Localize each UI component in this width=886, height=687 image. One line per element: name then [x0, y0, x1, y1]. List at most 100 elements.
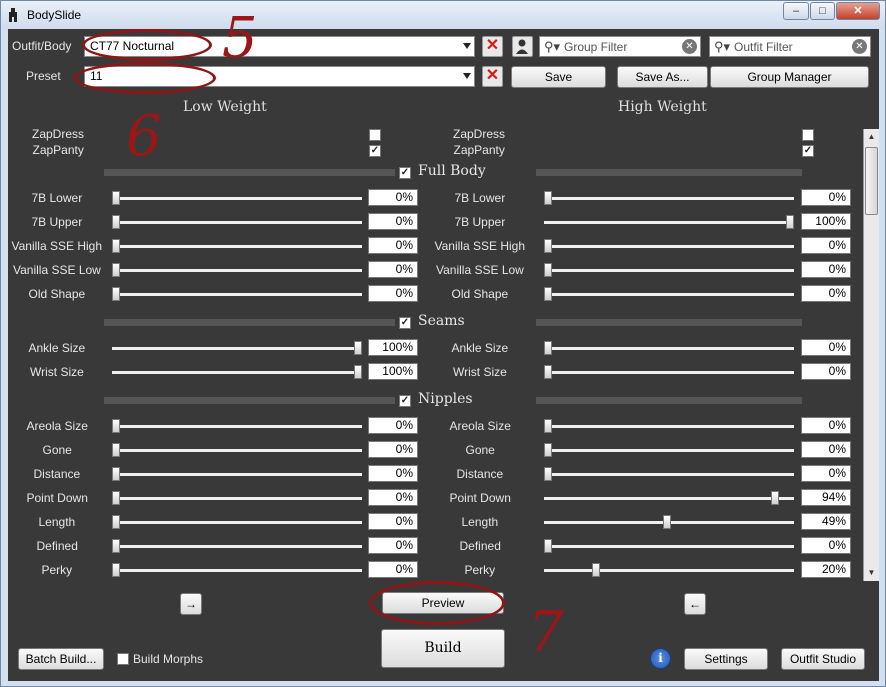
- slider-value-high[interactable]: 0%: [801, 441, 851, 458]
- slider-value-low[interactable]: 100%: [368, 363, 418, 380]
- slider-thumb-high[interactable]: [544, 263, 552, 277]
- slider-value-high[interactable]: 94%: [801, 489, 851, 506]
- settings-button[interactable]: Settings: [684, 648, 768, 670]
- zap-checkbox-high[interactable]: [802, 129, 814, 141]
- group-checkbox[interactable]: ✓: [399, 395, 411, 407]
- save-button[interactable]: Save: [511, 66, 606, 88]
- slider-thumb-high[interactable]: [771, 491, 780, 505]
- slider-track-low[interactable]: [112, 473, 362, 476]
- slider-value-high[interactable]: 20%: [801, 561, 851, 578]
- slider-track-high[interactable]: [544, 293, 794, 296]
- slider-scrollbar[interactable]: ▲ ▼: [863, 129, 879, 581]
- slider-thumb-high[interactable]: [544, 365, 552, 379]
- slider-track-high[interactable]: [544, 245, 794, 248]
- slider-track-high[interactable]: [544, 497, 794, 500]
- slider-track-low[interactable]: [112, 245, 362, 248]
- slider-track-low[interactable]: [112, 269, 362, 272]
- slider-thumb-high[interactable]: [544, 191, 552, 205]
- group-filter-search[interactable]: ⚲▾ Group Filter ✕: [539, 36, 701, 57]
- minimize-button[interactable]: –: [783, 2, 809, 20]
- slider-value-low[interactable]: 0%: [368, 189, 418, 206]
- slider-thumb-low[interactable]: [112, 287, 120, 301]
- slider-value-low[interactable]: 0%: [368, 537, 418, 554]
- clear-outfit-filter-icon[interactable]: ✕: [852, 39, 867, 54]
- slider-thumb-low[interactable]: [354, 365, 362, 379]
- slider-value-low[interactable]: 0%: [368, 561, 418, 578]
- slider-track-low[interactable]: [112, 197, 362, 200]
- build-morphs-checkbox[interactable]: [117, 653, 129, 665]
- slider-track-high[interactable]: [544, 197, 794, 200]
- slider-track-low[interactable]: [112, 545, 362, 548]
- slider-track-high[interactable]: [544, 221, 794, 224]
- slider-value-low[interactable]: 0%: [368, 213, 418, 230]
- scroll-thumb[interactable]: [865, 147, 878, 215]
- slider-thumb-low[interactable]: [112, 467, 120, 481]
- slider-track-high[interactable]: [544, 449, 794, 452]
- slider-thumb-high[interactable]: [592, 563, 601, 577]
- slider-value-high[interactable]: 0%: [801, 189, 851, 206]
- info-icon[interactable]: i: [650, 648, 671, 669]
- slider-value-high[interactable]: 0%: [801, 417, 851, 434]
- slider-track-low[interactable]: [112, 521, 362, 524]
- slider-track-high[interactable]: [544, 569, 794, 572]
- slider-track-high[interactable]: [544, 545, 794, 548]
- slider-thumb-low[interactable]: [354, 341, 362, 355]
- slider-thumb-high[interactable]: [544, 443, 552, 457]
- slider-thumb-high[interactable]: [662, 515, 671, 529]
- zap-checkbox-high[interactable]: ✓: [802, 145, 814, 157]
- slider-thumb-low[interactable]: [112, 191, 120, 205]
- slider-thumb-low[interactable]: [112, 239, 120, 253]
- slider-track-low[interactable]: [112, 221, 362, 224]
- slider-thumb-low[interactable]: [112, 563, 120, 577]
- slider-thumb-low[interactable]: [112, 515, 120, 529]
- outfit-studio-button[interactable]: Outfit Studio: [781, 648, 865, 670]
- slider-thumb-low[interactable]: [112, 443, 120, 457]
- slider-value-low[interactable]: 0%: [368, 441, 418, 458]
- batch-build-button[interactable]: Batch Build...: [18, 648, 104, 670]
- slider-track-high[interactable]: [544, 425, 794, 428]
- zap-checkbox-low[interactable]: [369, 129, 381, 141]
- clear-outfit-button[interactable]: ✕: [482, 36, 503, 57]
- slider-track-high[interactable]: [544, 269, 794, 272]
- title-bar[interactable]: BodySlide – □ ✕: [1, 1, 885, 29]
- slider-value-low[interactable]: 0%: [368, 285, 418, 302]
- group-checkbox[interactable]: ✓: [399, 167, 411, 179]
- slider-value-low[interactable]: 0%: [368, 237, 418, 254]
- slider-track-low[interactable]: [112, 449, 362, 452]
- slider-value-low[interactable]: 100%: [368, 339, 418, 356]
- slider-thumb-low[interactable]: [112, 539, 120, 553]
- slider-value-high[interactable]: 49%: [801, 513, 851, 530]
- slider-track-high[interactable]: [544, 347, 794, 350]
- slider-thumb-high[interactable]: [786, 215, 794, 229]
- delete-preset-button[interactable]: ✕: [482, 66, 503, 87]
- slider-track-low[interactable]: [112, 425, 362, 428]
- slider-track-low[interactable]: [112, 293, 362, 296]
- clear-group-filter-icon[interactable]: ✕: [682, 39, 697, 54]
- slider-value-high[interactable]: 0%: [801, 261, 851, 278]
- slider-value-high[interactable]: 0%: [801, 537, 851, 554]
- slider-value-high[interactable]: 0%: [801, 237, 851, 254]
- zap-checkbox-low[interactable]: ✓: [369, 145, 381, 157]
- slider-track-high[interactable]: [544, 371, 794, 374]
- slider-value-high[interactable]: 0%: [801, 465, 851, 482]
- outfit-filter-search[interactable]: ⚲▾ Outfit Filter ✕: [709, 36, 871, 57]
- slider-track-low[interactable]: [112, 371, 362, 374]
- group-checkbox[interactable]: ✓: [399, 317, 411, 329]
- slider-thumb-high[interactable]: [544, 239, 552, 253]
- slider-value-low[interactable]: 0%: [368, 489, 418, 506]
- outfit-info-button[interactable]: [512, 36, 533, 57]
- slider-track-low[interactable]: [112, 347, 362, 350]
- close-window-button[interactable]: ✕: [836, 2, 880, 20]
- slider-value-high[interactable]: 0%: [801, 339, 851, 356]
- slider-track-low[interactable]: [112, 569, 362, 572]
- slider-thumb-high[interactable]: [544, 341, 552, 355]
- slider-thumb-low[interactable]: [112, 263, 120, 277]
- copy-to-high-button[interactable]: →: [180, 593, 202, 615]
- slider-track-high[interactable]: [544, 473, 794, 476]
- slider-value-high[interactable]: 0%: [801, 285, 851, 302]
- slider-value-high[interactable]: 0%: [801, 363, 851, 380]
- slider-value-low[interactable]: 0%: [368, 465, 418, 482]
- slider-thumb-low[interactable]: [112, 419, 120, 433]
- slider-track-low[interactable]: [112, 497, 362, 500]
- save-as-button[interactable]: Save As...: [617, 66, 708, 88]
